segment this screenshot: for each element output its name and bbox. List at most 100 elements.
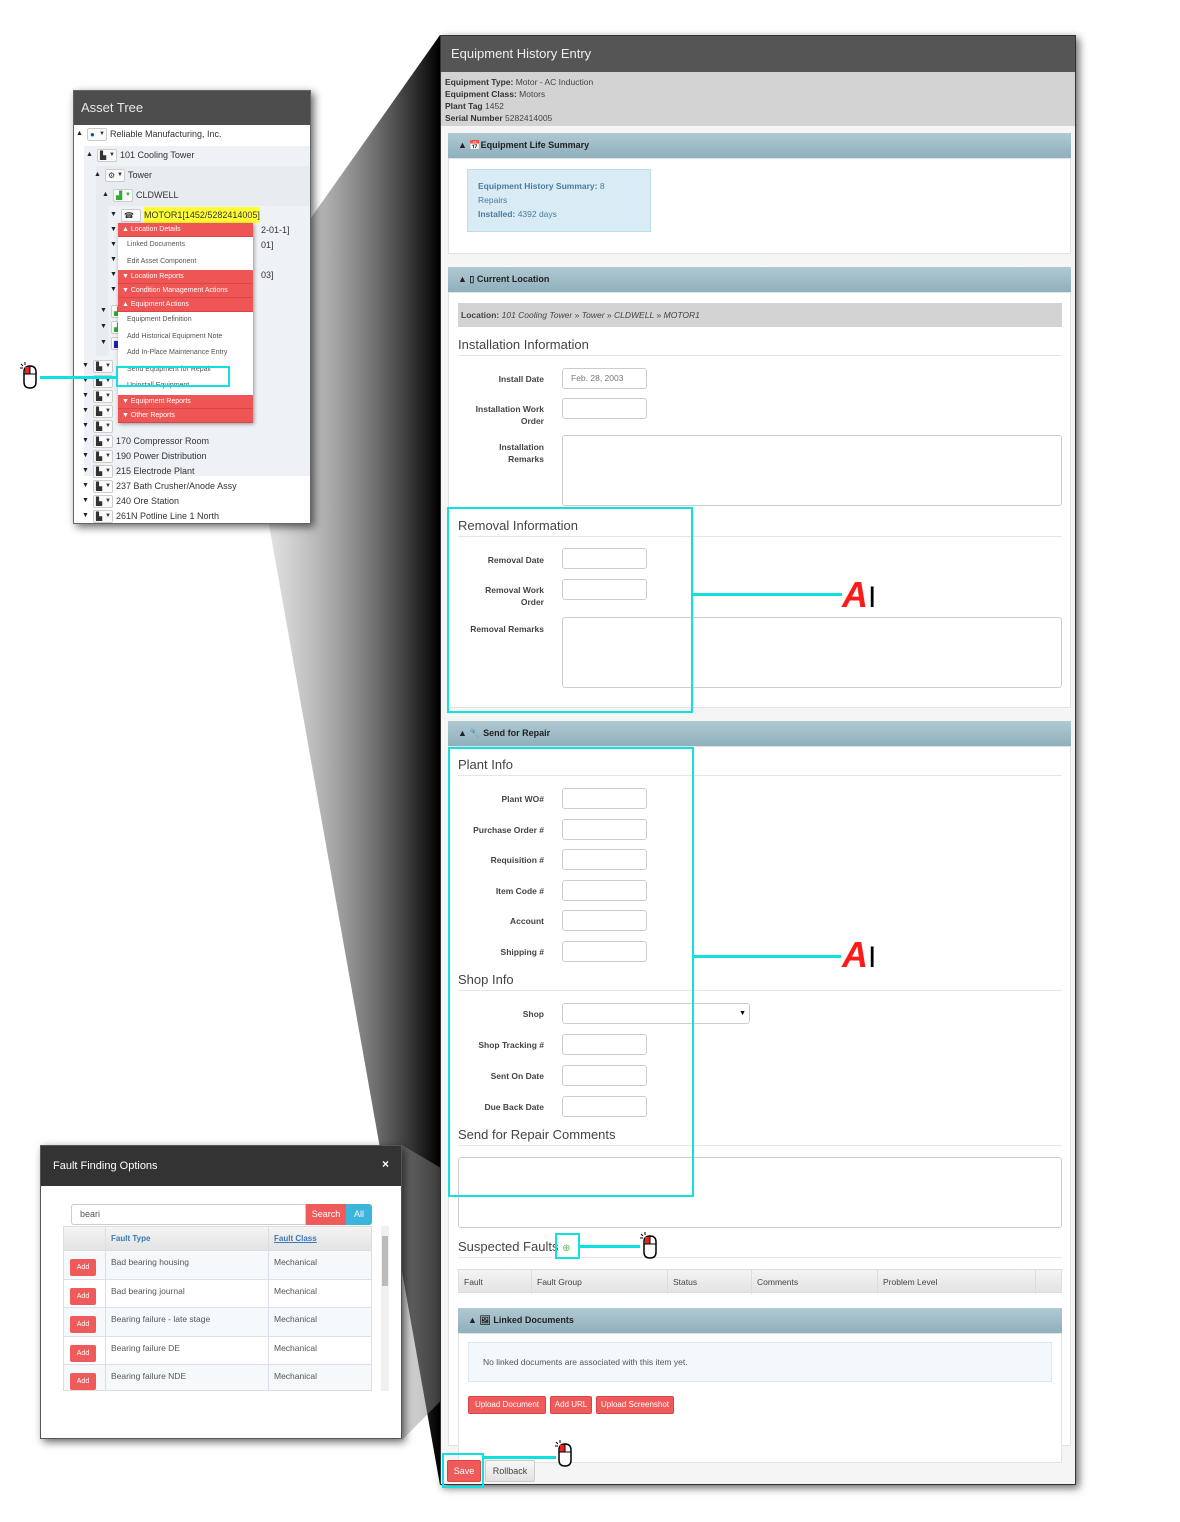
- factory-icon[interactable]: ▙ ▼: [97, 148, 117, 162]
- gears-icon[interactable]: ⚙ ▼: [105, 168, 125, 182]
- column-comments[interactable]: Comments: [752, 1270, 878, 1294]
- fault-row: Add Bad bearing journal Mechanical: [64, 1279, 371, 1308]
- factory-icon[interactable]: ▙ ▼: [93, 434, 113, 448]
- menu-group-equipment-actions[interactable]: ▲ Equipment Actions: [118, 298, 253, 312]
- wrench-icon: 🔧: [469, 728, 481, 738]
- search-button[interactable]: Search: [306, 1204, 346, 1225]
- column-fault-type[interactable]: Fault Type: [111, 1234, 150, 1243]
- column-status[interactable]: Status: [668, 1270, 752, 1294]
- asset-tree-title: Asset Tree: [74, 91, 310, 125]
- collapse-icon[interactable]: ▲: [76, 126, 84, 142]
- tree-node[interactable]: ▼ ▙ ▼ 237 Bath Crusher/Anode Assy: [82, 478, 237, 494]
- breadcrumb-item[interactable]: Tower: [582, 310, 605, 320]
- factory-icon[interactable]: ▙ ▼: [93, 359, 113, 373]
- installation-work-order-input[interactable]: [562, 398, 647, 419]
- expand-icon[interactable]: ▼: [110, 207, 118, 223]
- no-documents-message: No linked documents are associated with …: [468, 1342, 1052, 1382]
- tree-node[interactable]: ▲ ● ▼ Reliable Manufacturing, Inc.: [76, 126, 222, 142]
- menu-item-add-in-place-maintenance[interactable]: Add In-Place Maintenance Entry: [118, 345, 253, 362]
- fault-search-input[interactable]: beari: [71, 1204, 306, 1225]
- summary-box: Equipment History Summary: 8 Repairs Ins…: [467, 169, 651, 232]
- fault-row: Add Bearing failure NDE Mechanical: [64, 1365, 371, 1390]
- callout-line: [580, 1245, 640, 1248]
- factory-icon[interactable]: ▙ ▼: [93, 479, 113, 493]
- factory-icon[interactable]: ▙ ▼: [93, 419, 113, 433]
- collapse-icon[interactable]: ▲: [94, 167, 102, 183]
- mouse-click-icon: [640, 1232, 657, 1259]
- tree-node[interactable]: ▲ ▙ ▼ 101 Cooling Tower: [86, 147, 194, 163]
- add-url-button[interactable]: Add URL: [550, 1396, 592, 1414]
- install-date-input[interactable]: Feb. 28, 2003: [562, 368, 647, 389]
- menu-group-equipment-reports[interactable]: ▼ Equipment Reports: [118, 394, 253, 409]
- tree-node[interactable]: ▼ ▙ ▼ 261N Potline Line 1 North: [82, 508, 219, 523]
- tree-node[interactable]: ▲ ⚙ ▼ Tower: [94, 167, 152, 183]
- fault-table-scrollbar[interactable]: [381, 1226, 389, 1391]
- tree-node[interactable]: ▼ ▙ ▼ 240 Ore Station: [82, 493, 179, 509]
- life-summary-body: Equipment History Summary: 8 Repairs Ins…: [448, 158, 1071, 254]
- location-breadcrumb: Location: 101 Cooling Tower » Tower » CL…: [458, 303, 1062, 327]
- menu-item-add-historical-note[interactable]: Add Historical Equipment Note: [118, 329, 253, 346]
- callout-line: [692, 593, 842, 596]
- installation-remarks-textarea[interactable]: [562, 435, 1062, 506]
- tree-node[interactable]: ▼ ▙ ▼ 170 Compressor Room: [82, 433, 209, 449]
- text-cursor-icon: AI: [842, 574, 877, 615]
- upload-document-button[interactable]: Upload Document: [468, 1396, 546, 1414]
- breadcrumb-item[interactable]: MOTOR1: [664, 310, 700, 320]
- add-fault-button[interactable]: Add: [70, 1287, 96, 1305]
- column-fault[interactable]: Fault: [459, 1270, 532, 1294]
- add-fault-button[interactable]: Add: [70, 1316, 96, 1333]
- motor-icon[interactable]: ☎▼: [121, 208, 141, 229]
- fault-finding-dialog: Fault Finding Options × beari Search All…: [40, 1145, 402, 1439]
- all-button[interactable]: All: [346, 1204, 372, 1225]
- equipment-group-icon[interactable]: ▟ ▼: [113, 188, 133, 202]
- close-icon[interactable]: ×: [382, 1146, 389, 1182]
- column-problem-level[interactable]: Problem Level: [878, 1270, 1036, 1294]
- add-fault-button[interactable]: Add: [70, 1259, 96, 1276]
- column-fault-class[interactable]: Fault Class: [268, 1227, 317, 1251]
- highlight-send-for-repair: [116, 366, 230, 387]
- breadcrumb-item[interactable]: 101 Cooling Tower: [502, 310, 573, 320]
- factory-icon[interactable]: ▙ ▼: [93, 449, 113, 463]
- collapse-icon[interactable]: ▲: [86, 147, 94, 163]
- life-summary-header[interactable]: ▲ 📅Equipment Life Summary: [448, 133, 1071, 158]
- menu-group-other-reports[interactable]: ▼ Other Reports: [118, 408, 253, 423]
- factory-icon[interactable]: ▙ ▼: [93, 404, 113, 418]
- factory-icon[interactable]: ▙ ▼: [93, 494, 113, 508]
- tree-node-selected[interactable]: ▼ ☎▼ MOTOR1[1452/5282414005]: [110, 207, 260, 229]
- collapse-icon[interactable]: ▲: [102, 187, 110, 203]
- menu-item-equipment-definition[interactable]: Equipment Definition: [118, 312, 253, 329]
- context-menu: ▲ Location Details Linked Documents Edit…: [118, 223, 253, 423]
- linked-documents-body: No linked documents are associated with …: [458, 1333, 1062, 1463]
- callout-line: [40, 376, 117, 379]
- scrollbar-thumb[interactable]: [382, 1236, 388, 1286]
- highlight-add-fault: [555, 1233, 580, 1259]
- current-location-header[interactable]: ▲ ▯ Current Location: [448, 267, 1071, 292]
- equipment-info: Equipment Type: Motor - AC Induction Equ…: [441, 72, 1075, 126]
- rollback-button[interactable]: Rollback: [485, 1460, 535, 1482]
- menu-group-location-details[interactable]: ▲ Location Details: [118, 223, 253, 237]
- callout-line: [693, 955, 841, 958]
- breadcrumb-item[interactable]: CLDWELL: [614, 310, 654, 320]
- send-for-repair-header[interactable]: ▲ 🔧 Send for Repair: [448, 721, 1071, 746]
- menu-item-linked-documents[interactable]: Linked Documents: [118, 237, 253, 254]
- linked-documents-header[interactable]: ▲ 🖼 Linked Documents: [458, 1308, 1062, 1333]
- panel-title: Equipment History Entry: [441, 36, 1075, 72]
- column-fault-group[interactable]: Fault Group: [532, 1270, 668, 1294]
- installation-title: Installation Information: [458, 337, 1062, 356]
- text-cursor-icon: AI: [842, 934, 877, 975]
- tree-node[interactable]: ▼ ▙ ▼ 190 Power Distribution: [82, 448, 207, 464]
- highlight-save: [442, 1453, 484, 1488]
- menu-group-location-reports[interactable]: ▼ Location Reports: [118, 270, 253, 284]
- tree-node[interactable]: ▲ ▟ ▼ CLDWELL: [102, 187, 179, 203]
- factory-icon[interactable]: ▙ ▼: [93, 389, 113, 403]
- menu-group-condition-management[interactable]: ▼ Condition Management Actions: [118, 284, 253, 298]
- tree-node[interactable]: ▼ ▙ ▼ 215 Electrode Plant: [82, 463, 195, 479]
- add-fault-button[interactable]: Add: [70, 1373, 96, 1390]
- factory-icon[interactable]: ▙ ▼: [93, 509, 113, 523]
- upload-screenshot-button[interactable]: Upload Screenshot: [596, 1396, 674, 1414]
- factory-icon[interactable]: ▙ ▼: [93, 464, 113, 478]
- globe-icon[interactable]: ● ▼: [87, 127, 107, 141]
- add-fault-button[interactable]: Add: [70, 1344, 96, 1362]
- menu-item-edit-asset-component[interactable]: Edit Asset Component: [118, 254, 253, 271]
- fault-row: Add Bearing failure DE Mechanical: [64, 1336, 371, 1365]
